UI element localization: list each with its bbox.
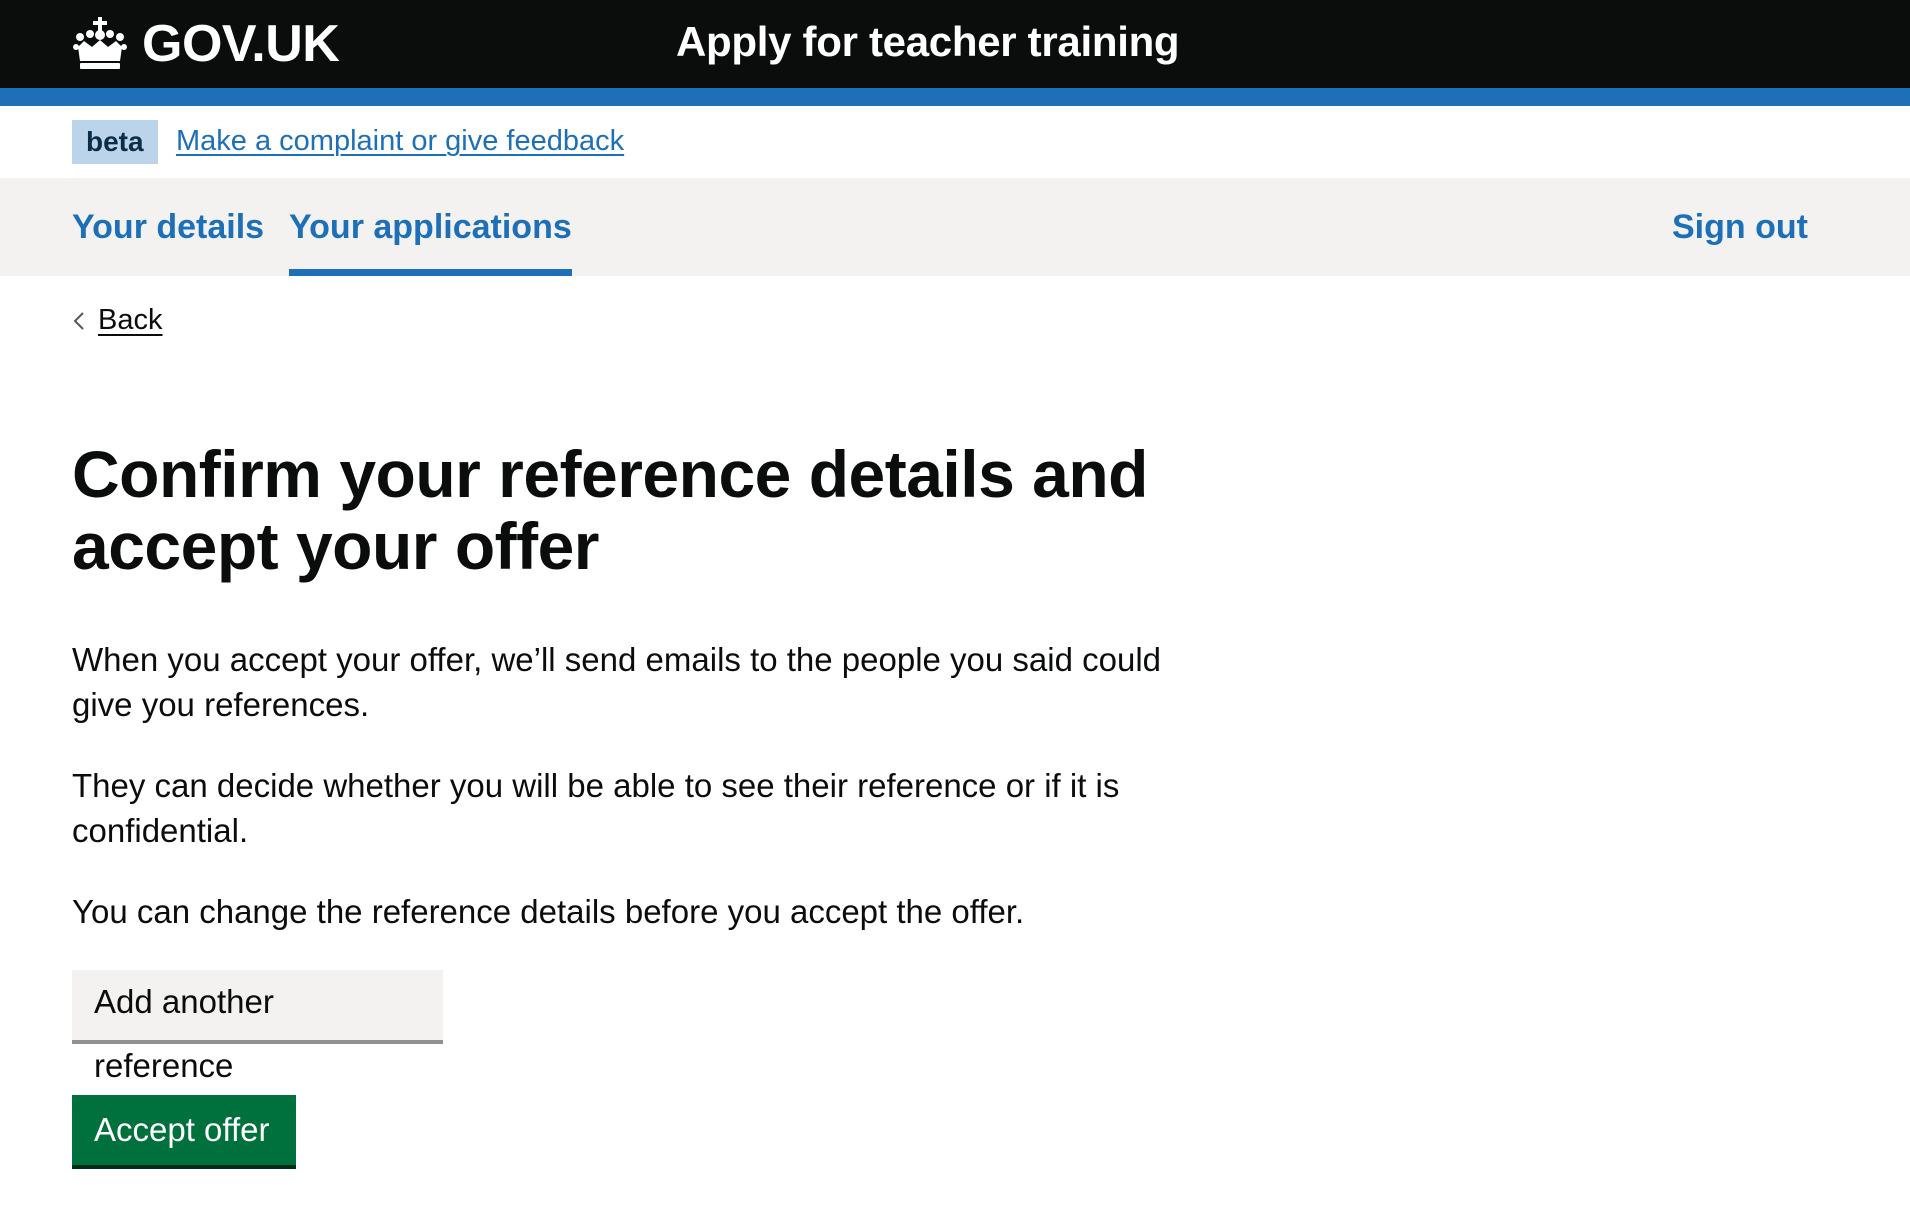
header-stripe	[0, 88, 1910, 106]
body-paragraph: When you accept your offer, we’ll send e…	[72, 641, 1162, 723]
nav-item-your-details[interactable]: Your details	[72, 178, 264, 276]
site-header: GOV.UK Apply for teacher training	[0, 0, 1910, 88]
nav-item-your-applications[interactable]: Your applications	[289, 178, 572, 276]
back-link-label: Back	[98, 304, 163, 336]
logo-text: GOV.UK	[142, 15, 340, 73]
govuk-logo-link[interactable]: GOV.UK	[72, 12, 340, 76]
back-link[interactable]: Back	[72, 304, 162, 337]
body-paragraph: You can change the reference details bef…	[72, 893, 1025, 930]
accept-offer-button[interactable]: Accept offer	[72, 1095, 296, 1165]
chevron-left-icon	[72, 311, 86, 331]
page-title: Confirm your reference details and accep…	[72, 437, 1148, 583]
feedback-link[interactable]: Make a complaint or give feedback	[176, 125, 624, 158]
add-another-reference-button[interactable]: Add another reference	[72, 970, 443, 1084]
sign-out-link[interactable]: Sign out	[1672, 178, 1808, 276]
phase-banner: beta Make a complaint or give feedback	[0, 106, 1910, 178]
beta-tag: beta	[72, 120, 158, 164]
service-name[interactable]: Apply for teacher training	[676, 18, 1180, 66]
primary-navigation: Your details Your applications Sign out	[0, 178, 1910, 276]
crown-icon	[72, 17, 128, 71]
body-paragraph: They can decide whether you will be able…	[72, 767, 1120, 849]
